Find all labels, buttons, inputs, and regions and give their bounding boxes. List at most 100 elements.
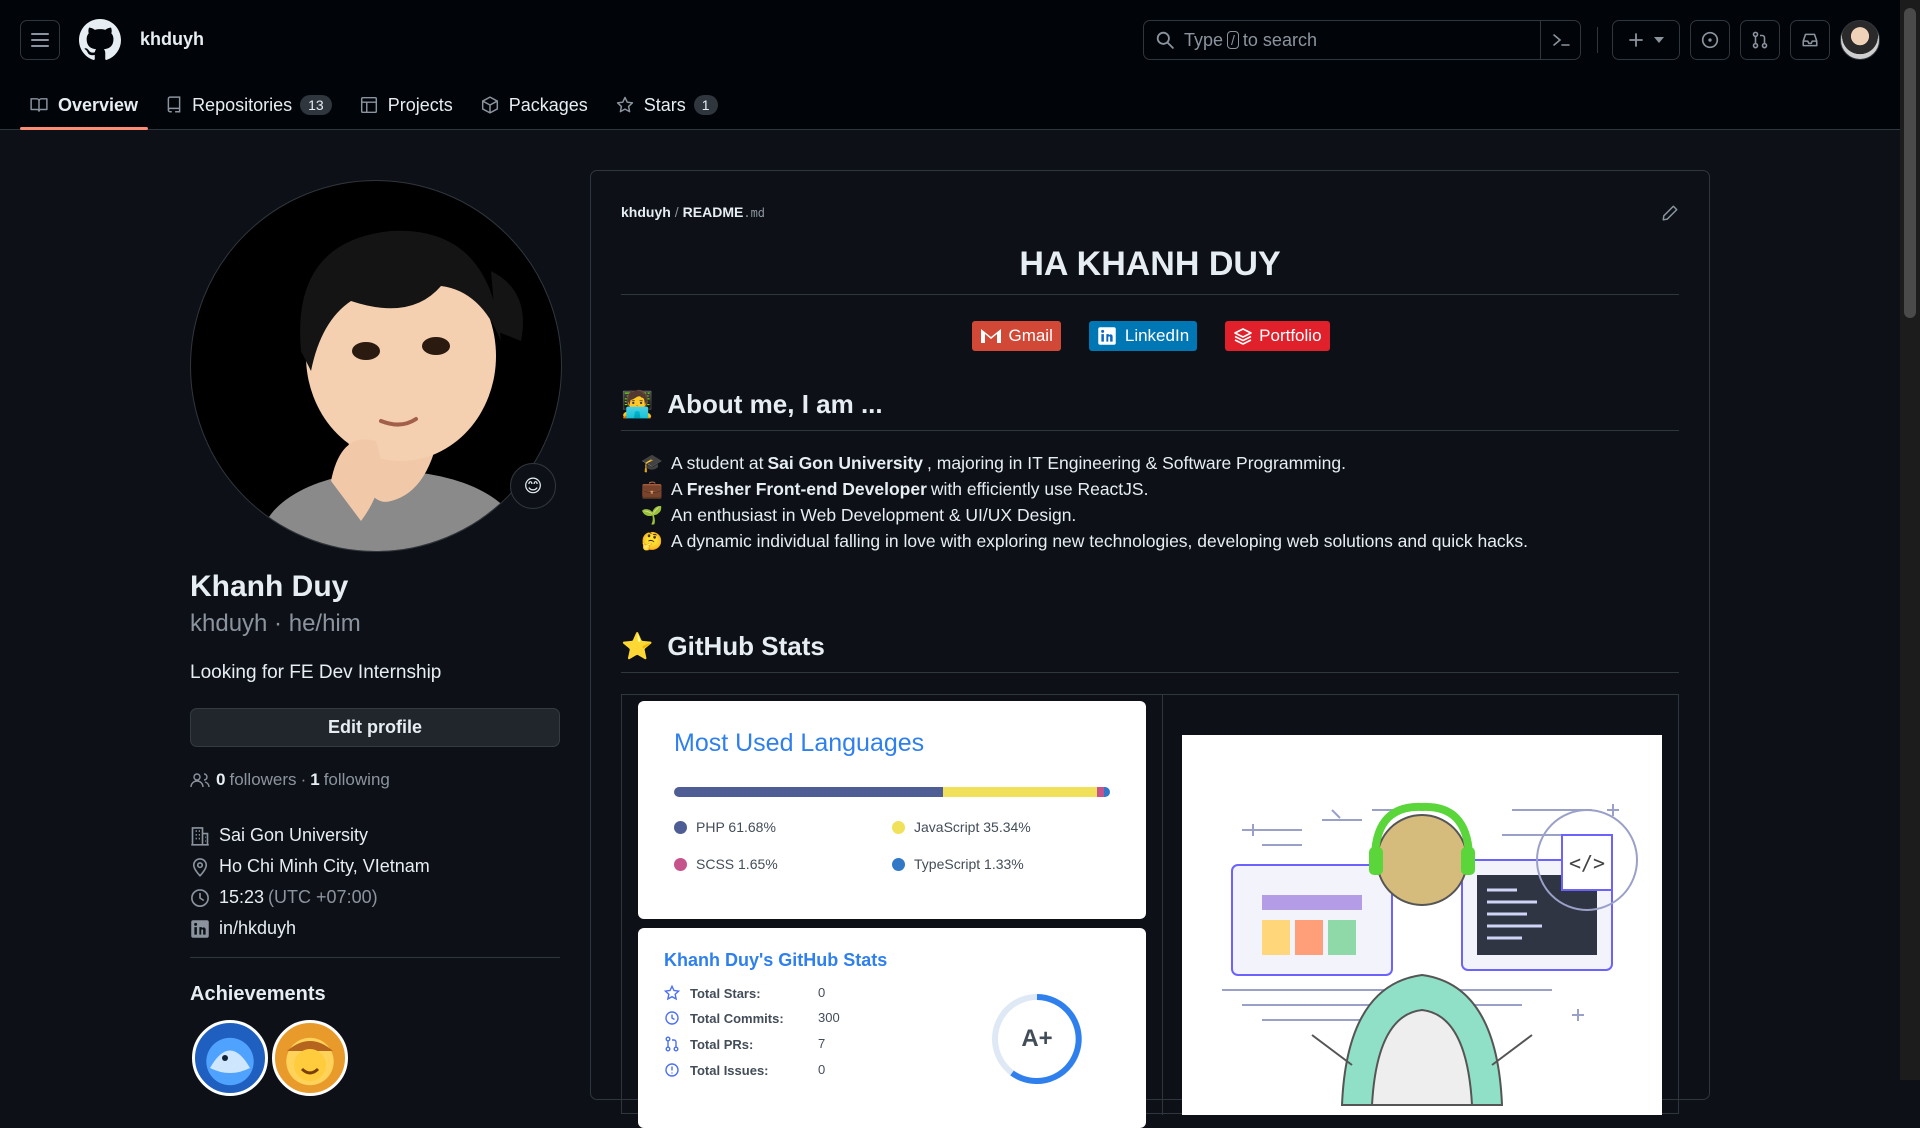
about-bold: Fresher Front-end Developer (686, 478, 927, 499)
github-stats-card[interactable]: Khanh Duy's GitHub Stats Total Stars: 0 … (638, 928, 1146, 1128)
tab-label: Overview (58, 94, 139, 115)
layers-icon (1234, 328, 1252, 345)
organization-text: Sai Gon University (219, 825, 369, 845)
briefcase-icon: 💼 (641, 478, 663, 499)
readme-path-ext: .md (743, 206, 766, 220)
following-link[interactable]: following (324, 770, 390, 790)
languages-card[interactable]: Most Used Languages PHP 61.68% JavaScrip… (638, 701, 1146, 919)
star-icon (616, 96, 633, 113)
followers-link[interactable]: followers (229, 770, 296, 790)
stat-label: Total Issues: (690, 1062, 769, 1078)
tab-projects[interactable]: Projects (350, 82, 463, 128)
about-text: with efficiently use ReactJS. (930, 478, 1149, 499)
inbox-button[interactable] (1790, 20, 1830, 60)
language-dot (892, 820, 905, 834)
page-scrollbar[interactable] (1900, 0, 1920, 1080)
achievement-badge-yolo[interactable] (272, 1020, 348, 1096)
user-avatar-menu[interactable] (1840, 20, 1880, 60)
portfolio-link[interactable]: Portfolio (1225, 321, 1330, 351)
inbox-icon (1802, 33, 1818, 47)
command-palette-button[interactable] (1540, 21, 1580, 59)
language-dot (674, 857, 687, 871)
linkedin-icon (191, 919, 209, 938)
triangle-down-icon (1654, 37, 1664, 43)
tab-stars[interactable]: Stars 1 (606, 82, 728, 128)
header-username[interactable]: khduyh (140, 29, 204, 50)
location-row: Ho Chi Minh City, VIetnam (190, 851, 430, 882)
stat-row-issues: Total Issues: (664, 1062, 769, 1078)
language-php: PHP 61.68% (674, 819, 776, 835)
set-status-button[interactable]: 😊 (510, 463, 556, 509)
location-text: Ho Chi Minh City, VIetnam (219, 856, 430, 876)
github-mark-icon (79, 19, 121, 60)
stat-value: 7 (818, 1036, 826, 1051)
about-text: A (671, 478, 683, 499)
edit-profile-button[interactable]: Edit profile (190, 708, 560, 747)
package-icon (481, 96, 498, 114)
list-item: 💼 A Fresher Front-end Developer with effi… (641, 476, 1528, 502)
readme-path-file: README (682, 204, 744, 220)
scrollbar-thumb[interactable] (1904, 8, 1916, 318)
menu-button[interactable] (20, 20, 60, 60)
linkedin-badge-link[interactable]: LinkedIn (1088, 321, 1198, 351)
book-icon (30, 98, 48, 112)
issues-button[interactable] (1690, 20, 1730, 60)
seedling-icon: 🌱 (641, 504, 663, 525)
linkedin-icon (1098, 327, 1116, 345)
tab-overview[interactable]: Overview (20, 82, 149, 130)
timezone: (UTC +07:00) (268, 887, 378, 907)
linkedin-row: in/hkduyh (190, 913, 430, 944)
language-bar-segment (1104, 787, 1110, 797)
readme-path[interactable]: khduyh / README.md (621, 204, 765, 220)
about-text: A dynamic individual falling in love wit… (671, 530, 1529, 551)
languages-bar (674, 787, 1110, 797)
header-divider (1597, 27, 1598, 53)
github-stats-heading: ⭐ GitHub Stats (621, 631, 1679, 673)
stat-label: Total PRs: (690, 1036, 754, 1052)
clock-icon (191, 888, 209, 907)
language-bar-segment (674, 787, 943, 797)
search-icon (1156, 31, 1174, 49)
sidebar-divider (190, 957, 560, 958)
tab-label: Stars (643, 94, 686, 115)
git-pull-request-icon (1752, 31, 1768, 49)
linkedin-link[interactable]: in/hkduyh (219, 918, 296, 939)
edit-readme-button[interactable] (1661, 204, 1679, 222)
local-time-row: 15:23 (UTC +07:00) (190, 882, 430, 913)
language-label: JavaScript 35.34% (914, 819, 1031, 835)
pull-requests-button[interactable] (1740, 20, 1780, 60)
about-list: 🎓 A student at Sai Gon University, majori… (641, 450, 1528, 554)
tab-label: Packages (508, 94, 588, 115)
language-scss: SCSS 1.65% (674, 856, 778, 872)
stat-row-commits: Total Commits: (664, 1010, 784, 1026)
achievement-badge-shark[interactable] (192, 1020, 268, 1096)
repositories-count: 13 (300, 95, 332, 115)
language-bar-segment (942, 787, 1097, 797)
create-new-button[interactable] (1612, 20, 1680, 60)
search-suffix: to search (1242, 29, 1317, 50)
list-item: 🤔 A dynamic individual falling in love wi… (641, 528, 1528, 554)
tab-label: Projects (387, 94, 453, 115)
search-input[interactable]: Type / to search (1143, 20, 1581, 60)
following-count[interactable]: 1 (310, 770, 319, 790)
separator-dot: · (300, 770, 307, 789)
history-icon (665, 1011, 679, 1025)
tab-repositories[interactable]: Repositories 13 (156, 82, 342, 128)
stat-row-prs: Total PRs: (664, 1036, 753, 1052)
gmail-label: Gmail (1008, 326, 1053, 345)
language-typescript: TypeScript 1.33% (892, 856, 1024, 872)
tab-packages[interactable]: Packages (471, 82, 598, 128)
profile-avatar[interactable] (190, 180, 562, 552)
github-logo[interactable] (79, 19, 121, 61)
gmail-link[interactable]: Gmail (972, 321, 1061, 351)
language-bar-segment (1097, 787, 1105, 797)
followers-count[interactable]: 0 (216, 770, 225, 790)
language-label: SCSS 1.65% (696, 856, 778, 872)
people-icon (190, 773, 210, 788)
stats-table-divider (1162, 695, 1163, 1115)
plus-icon (1629, 33, 1643, 47)
stat-label: Total Stars: (690, 985, 761, 1001)
languages-card-title: Most Used Languages (674, 729, 925, 757)
thinking-face-icon: 🤔 (641, 530, 663, 551)
cowboy-face-icon (287, 1041, 333, 1081)
